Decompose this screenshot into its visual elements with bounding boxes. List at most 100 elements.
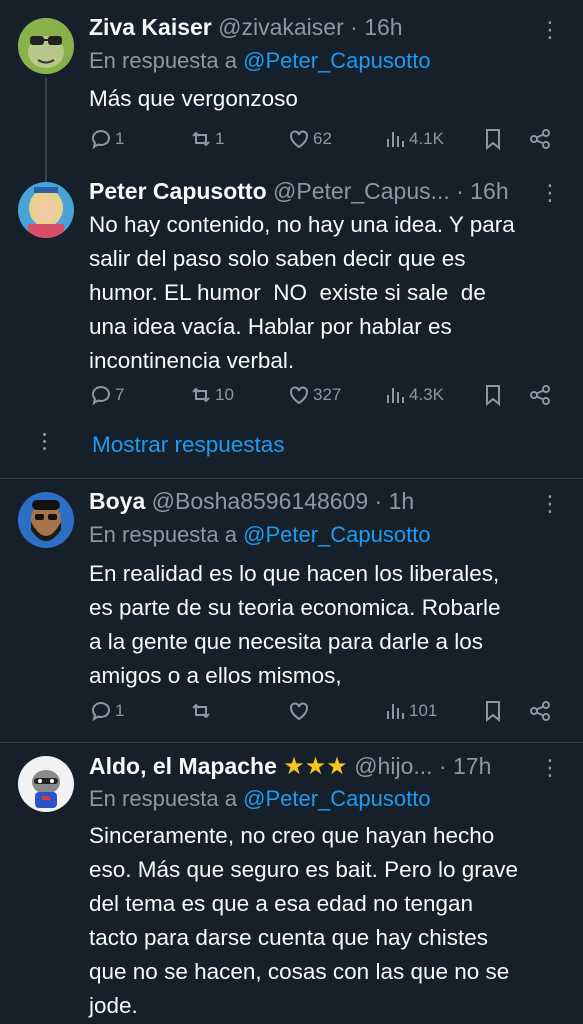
tweet-text-line: es parte de su teoria economica. Robarle [89,595,501,620]
user-handle[interactable]: @hijo... [354,753,432,779]
share-button[interactable] [528,127,552,151]
bookmark-icon [486,385,500,407]
heart-icon [290,130,308,149]
more-options-icon[interactable]: ⋮ [539,19,561,41]
view-count: 4.3K [409,385,444,404]
more-options-icon[interactable]: ⋮ [539,182,561,204]
like-button[interactable]: 327 [287,383,341,407]
bookmark-button[interactable] [481,699,505,723]
replying-to: En respuesta a @Peter_Capusotto [89,786,431,812]
like-button[interactable]: 62 [287,127,332,151]
tweet-text-line: una idea vacía. Hablar por hablar es [89,314,452,339]
display-name[interactable]: Boya [89,488,145,514]
reply-count: 1 [115,129,125,148]
bookmark-button[interactable] [481,127,505,151]
tweet-text-line: incontinencia verbal. [89,348,295,373]
reply-icon [92,386,110,406]
avatar[interactable] [18,18,74,74]
tweet-text-line: eso. Más que seguro es bait. Pero lo gra… [89,857,518,882]
views-icon [387,132,404,147]
heart-icon [290,386,308,405]
retweet-icon [192,131,210,147]
retweet-count: 1 [215,129,225,148]
person-avatar-icon [18,182,74,238]
views-button[interactable]: 101 [383,699,437,723]
heart-icon [290,702,308,721]
views-button[interactable]: 4.3K [383,383,444,407]
reply-button[interactable]: 1 [89,127,124,151]
star-badges: ★★★ [283,753,348,780]
tweet-actions: 1 1 62 4.1K [89,127,557,157]
retweet-button[interactable] [189,699,215,723]
separator-dot: · [374,488,383,514]
user-handle[interactable]: @Bosha8596148609 [152,488,368,514]
timestamp[interactable]: 17h [453,753,491,779]
reply-button[interactable]: 7 [89,383,124,407]
tweet-header: Ziva Kaiser @zivakaiser · 16h [89,14,543,41]
reply-count: 1 [115,701,125,720]
tweet-boya[interactable]: Boya @Bosha8596148609 · 1h ⋮ En respuest… [0,479,583,742]
avatar[interactable] [18,492,74,548]
tweet-text-line: que no se hacen, cosas con las que no se [89,959,510,984]
views-icon [387,388,404,403]
share-icon [530,701,550,721]
tweet-text-line: del tema es que a esa edad no tengan [89,891,474,916]
mention-link[interactable]: @Peter_Capusotto [243,786,430,811]
bookmark-button[interactable] [481,383,505,407]
reply-icon [92,702,110,722]
reply-prefix: En respuesta a [89,522,237,547]
tweet-text-line: tacto para darse cuenta que hay chistes [89,925,489,950]
retweet-icon [192,387,210,403]
tweet-actions: 1 101 [89,699,557,729]
timestamp[interactable]: 1h [389,488,415,514]
frog-avatar-icon [18,18,74,74]
tweet-text-line: En realidad es lo que hacen los liberale… [89,561,500,586]
views-icon [387,704,404,719]
retweet-icon [192,703,210,719]
more-options-icon[interactable]: ⋮ [539,493,561,515]
tweet-text: Sinceramente, no creo que hayan hecho es… [89,819,569,1023]
avatar[interactable] [18,756,74,812]
tweet-peter-capusotto[interactable]: Peter Capusotto @Peter_Capus... · 16h ⋮ … [0,170,583,480]
mention-link[interactable]: @Peter_Capusotto [243,48,430,73]
display-name[interactable]: Ziva Kaiser [89,14,212,40]
replying-to: En respuesta a @Peter_Capusotto [89,522,431,548]
mention-link[interactable]: @Peter_Capusotto [243,522,430,547]
tweet-ziva-kaiser[interactable]: Ziva Kaiser @zivakaiser · 16h ⋮ En respu… [0,0,583,188]
tweet-text-line: a la gente que necesita para darle a los [89,629,484,654]
timestamp[interactable]: 16h [470,178,508,204]
display-name[interactable]: Aldo, el Mapache [89,753,277,779]
share-icon [530,129,550,149]
share-button[interactable] [528,383,552,407]
bearded-man-avatar-icon [18,492,74,548]
reply-button[interactable]: 1 [89,699,124,723]
thread-dots [43,433,47,454]
like-count: 62 [313,129,332,148]
tweet-header: Peter Capusotto @Peter_Capus... · 16h [89,178,543,205]
reply-count: 7 [115,385,125,404]
tweet-text-line: humor. EL humor NO existe si sale de [89,280,486,305]
view-count: 101 [409,701,438,720]
retweet-button[interactable]: 10 [189,383,234,407]
tweet-aldo-el-mapache[interactable]: Aldo, el Mapache ★★★ @hijo... · 17h ⋮ En… [0,743,583,1024]
share-button[interactable] [528,699,552,723]
show-replies-link[interactable]: Mostrar respuestas [92,432,285,458]
more-options-icon[interactable]: ⋮ [539,757,561,779]
reply-prefix: En respuesta a [89,48,237,73]
tweet-text-line: No hay contenido, no hay una idea. Y par… [89,212,515,237]
retweet-count: 10 [215,385,234,404]
separator-dot: · [350,14,358,40]
views-button[interactable]: 4.1K [383,127,444,151]
user-handle[interactable]: @zivakaiser [218,14,344,40]
like-button[interactable] [287,699,313,723]
tweet-text-line: Sinceramente, no creo que hayan hecho [89,823,495,848]
bookmark-icon [486,701,500,723]
view-count: 4.1K [409,129,444,148]
reply-icon [92,130,110,150]
separator-dot: · [456,178,464,204]
retweet-button[interactable]: 1 [189,127,224,151]
display-name[interactable]: Peter Capusotto [89,178,267,204]
user-handle[interactable]: @Peter_Capus... [273,178,450,204]
avatar[interactable] [18,182,74,238]
timestamp[interactable]: 16h [364,14,402,40]
